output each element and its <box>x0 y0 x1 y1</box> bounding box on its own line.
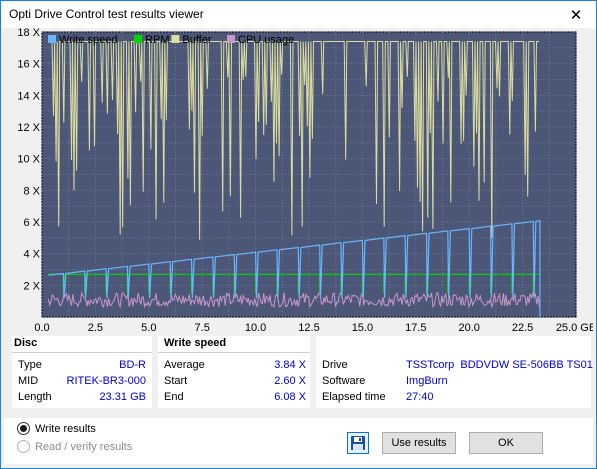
disc-panel: Disc Type BD-R MID RITEK-BR3-000 Length … <box>12 336 152 408</box>
floppy-disk-icon <box>351 436 365 450</box>
x-tick-label: 10.0 <box>245 322 266 334</box>
disc-mid-value: RITEK-BR3-000 <box>66 375 146 387</box>
legend-swatch <box>171 35 180 43</box>
write-speed-divider <box>158 352 310 353</box>
y-tick-label: 4 X <box>23 249 40 261</box>
end-label: End <box>164 391 184 403</box>
x-tick-label: 2.5 <box>88 322 103 334</box>
disc-header: Disc <box>14 337 38 349</box>
legend-swatch <box>48 35 56 43</box>
x-tick-label: 20.0 <box>458 322 479 334</box>
x-tick-label: 5.0 <box>141 322 156 334</box>
write-speed-header: Write speed <box>164 337 227 349</box>
drive-info-panel: Drive TSSTcorp BDDVDW SE-506BB TS01 Soft… <box>316 336 593 408</box>
save-button[interactable] <box>347 432 369 454</box>
legend-swatch <box>227 35 235 43</box>
ok-button[interactable]: OK <box>469 432 543 454</box>
software-label: Software <box>322 375 366 387</box>
start-value: 2.60 X <box>274 375 306 387</box>
drive-value: TSSTcorp BDDVDW SE-506BB TS01 <box>406 359 593 371</box>
title-bar: Opti Drive Control test results viewer ✕ <box>1 1 596 29</box>
x-tick-label: 17.5 <box>405 322 426 334</box>
radio-selected-icon <box>17 422 30 435</box>
x-tick-label: 0.0 <box>34 322 49 334</box>
y-tick-label: 16 X <box>17 59 40 71</box>
write-results-radio[interactable]: Write results <box>17 422 96 435</box>
write-speed-panel: Write speed Average 3.84 X Start 2.60 X … <box>158 336 310 408</box>
x-tick-label: 15.0 <box>352 322 373 334</box>
disc-mid-label: MID <box>18 375 39 387</box>
average-value: 3.84 X <box>274 359 306 371</box>
legend-label: CPU usage <box>238 34 294 46</box>
x-tick-label: 7.5 <box>195 322 210 334</box>
write-results-label: Write results <box>35 422 96 435</box>
y-tick-label: 6 X <box>23 217 40 229</box>
y-tick-label: 18 X <box>17 28 40 39</box>
x-tick-label: 12.5 <box>298 322 319 334</box>
average-label: Average <box>164 359 205 371</box>
elapsed-time-value: 27:40 <box>406 391 434 403</box>
radio-unselected-icon <box>17 440 30 453</box>
end-value: 6.08 X <box>274 391 306 403</box>
drive-label: Drive <box>322 359 348 371</box>
legend-swatch <box>134 35 143 43</box>
read-verify-label: Read / verify results <box>35 440 133 453</box>
legend-label: Write speed <box>59 34 118 46</box>
speed-chart: 18 X 16 X 14 X 12 X 10 X 8 X 6 X 4 X 2 X 0.0 2.5 5.… <box>17 27 596 334</box>
close-button[interactable]: ✕ <box>556 1 596 29</box>
y-tick-label: 2 X <box>23 280 40 292</box>
x-tick-label: 22.5 <box>512 322 533 334</box>
disc-divider <box>12 352 152 353</box>
start-label: Start <box>164 375 188 387</box>
y-tick-label: 14 X <box>17 90 40 102</box>
software-value: ImgBurn <box>406 375 448 387</box>
disc-type-value: BD-R <box>119 359 146 371</box>
disc-length-value: 23.31 GB <box>99 391 146 403</box>
chart-area: 18 X 16 X 14 X 12 X 10 X 8 X 6 X 4 X 2 X 0.0 2.5 5.… <box>4 27 596 334</box>
legend-label: RPM <box>145 34 169 46</box>
window-title: Opti Drive Control test results viewer <box>9 7 204 21</box>
y-tick-label: 10 X <box>17 154 40 166</box>
read-verify-radio[interactable]: Read / verify results <box>17 440 132 453</box>
elapsed-time-label: Elapsed time <box>322 391 386 403</box>
use-results-button[interactable]: Use results <box>382 432 456 454</box>
y-tick-label: 8 X <box>23 185 40 197</box>
y-tick-label: 12 X <box>17 122 40 134</box>
disc-type-label: Type <box>18 359 42 371</box>
disc-length-label: Length <box>18 391 52 403</box>
legend-label: Buffer <box>182 34 211 46</box>
x-tick-label: 25.0 GB <box>556 322 593 334</box>
